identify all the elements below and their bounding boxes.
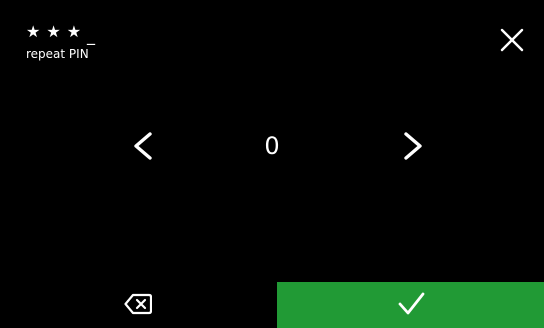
- footer-bar: [0, 282, 544, 328]
- checkmark-icon: [398, 292, 425, 315]
- pin-display: ★★★ _: [26, 22, 96, 45]
- backspace-icon: [124, 293, 152, 315]
- current-digit: 0: [264, 132, 280, 160]
- chevron-right-icon: [404, 132, 422, 160]
- close-button[interactable]: [500, 28, 524, 52]
- pin-cursor: _: [87, 26, 96, 45]
- digit-selector: 0: [0, 124, 544, 168]
- pin-mask: ★★★: [26, 22, 88, 41]
- pin-label: repeat PIN: [26, 47, 89, 61]
- chevron-left-icon: [134, 132, 152, 160]
- previous-digit-button[interactable]: [128, 128, 160, 164]
- next-digit-button[interactable]: [396, 128, 428, 164]
- pin-entry-header: ★★★ _ repeat PIN: [26, 22, 95, 62]
- backspace-button[interactable]: [0, 282, 277, 328]
- confirm-button[interactable]: [277, 282, 544, 328]
- close-icon: [500, 28, 524, 52]
